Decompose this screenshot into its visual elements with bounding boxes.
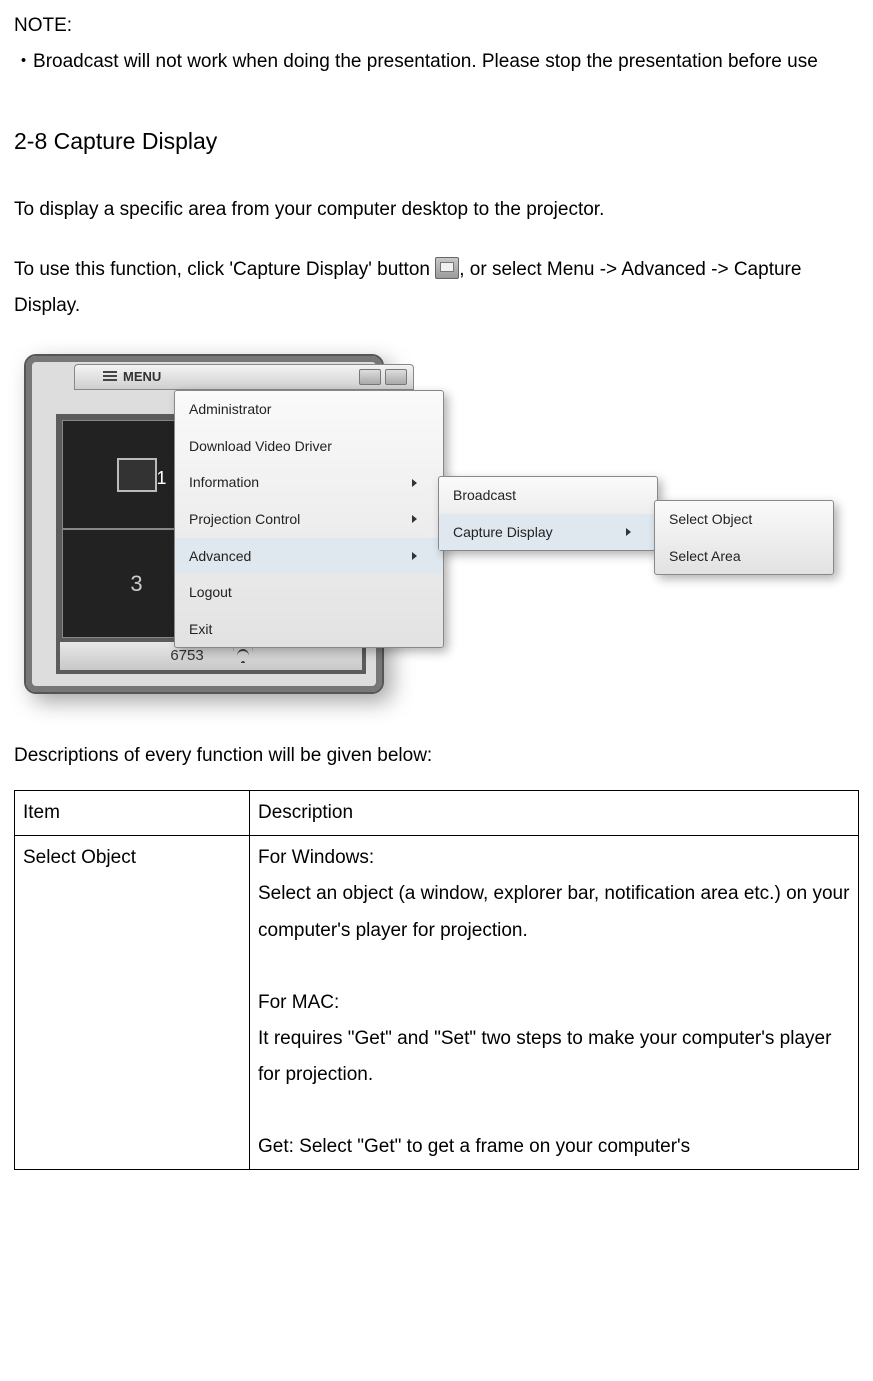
chevron-right-icon xyxy=(412,552,417,560)
capture-display-icon xyxy=(435,257,459,279)
menu-item-label: Select Area xyxy=(669,543,741,570)
table-cell-item: Select Object xyxy=(15,836,250,1170)
menu-item-label: Capture Display xyxy=(453,519,553,546)
section-heading: 2-8 Capture Display xyxy=(14,120,859,164)
menu-item-advanced[interactable]: Advanced xyxy=(175,538,443,575)
context-menu-level-2: Broadcast Capture Display xyxy=(438,476,658,551)
chevron-right-icon xyxy=(412,479,417,487)
menu-item-download-video-driver[interactable]: Download Video Driver xyxy=(175,428,443,465)
menu-screenshot-figure: 2 3 4 6753 MENU AdministratorDownload Vi… xyxy=(14,348,854,708)
howto-paragraph: To use this function, click 'Capture Dis… xyxy=(14,252,859,324)
table-cell-description: For Windows: Select an object (a window,… xyxy=(250,836,859,1170)
menu-item-label: Information xyxy=(189,469,259,496)
chevron-right-icon xyxy=(626,528,631,536)
table-header-row: Item Description xyxy=(15,791,859,836)
menu-item-select-area[interactable]: Select Area xyxy=(655,538,833,575)
desc-mac-text: It requires "Get" and "Set" two steps to… xyxy=(258,1028,831,1085)
menu-item-label: Broadcast xyxy=(453,482,516,509)
desc-windows-label: For Windows: xyxy=(258,847,374,868)
menu-item-label: Exit xyxy=(189,616,212,643)
table-head-description: Description xyxy=(250,791,859,836)
title-bar: MENU xyxy=(74,364,414,390)
menu-icon[interactable] xyxy=(103,371,117,383)
note-label: NOTE: xyxy=(14,15,72,36)
menu-item-label: Select Object xyxy=(669,506,752,533)
menu-item-label: Projection Control xyxy=(189,506,300,533)
note-block: NOTE: ・Broadcast will not work when doin… xyxy=(14,8,859,80)
desc-mac-label: For MAC: xyxy=(258,992,339,1013)
menu-item-broadcast[interactable]: Broadcast xyxy=(439,477,657,514)
menu-item-exit[interactable]: Exit xyxy=(175,611,443,648)
menu-item-capture-display[interactable]: Capture Display xyxy=(439,514,657,551)
context-menu-level-3: Select Object Select Area xyxy=(654,500,834,575)
table-row: Select Object For Windows: Select an obj… xyxy=(15,836,859,1170)
menu-item-label: Administrator xyxy=(189,396,271,423)
note-text: Broadcast will not work when doing the p… xyxy=(33,51,818,72)
table-head-item: Item xyxy=(15,791,250,836)
chevron-right-icon xyxy=(412,515,417,523)
menu-item-logout[interactable]: Logout xyxy=(175,574,443,611)
menu-item-label: Download Video Driver xyxy=(189,433,332,460)
menu-item-label: Advanced xyxy=(189,543,251,570)
context-menu-level-1: Administrator Download Video Driver Inform… xyxy=(174,390,444,648)
wifi-icon xyxy=(234,649,252,663)
title-bar-label: MENU xyxy=(123,365,161,390)
monitor-icon xyxy=(117,458,157,492)
note-bullet: ・ xyxy=(14,51,33,72)
menu-item-select-object[interactable]: Select Object xyxy=(655,501,833,538)
descriptions-intro: Descriptions of every function will be g… xyxy=(14,738,859,774)
menu-item-projection-control[interactable]: Projection Control xyxy=(175,501,443,538)
menu-item-information[interactable]: Information xyxy=(175,464,443,501)
minimize-button[interactable] xyxy=(359,369,381,385)
menu-item-label: Logout xyxy=(189,579,232,606)
howto-pre: To use this function, click 'Capture Dis… xyxy=(14,259,435,280)
intro-paragraph: To display a specific area from your com… xyxy=(14,192,859,228)
menu-item-administrator[interactable]: Administrator xyxy=(175,391,443,428)
close-button[interactable] xyxy=(385,369,407,385)
functions-table: Item Description Select Object For Windo… xyxy=(14,790,859,1170)
desc-windows-text: Select an object (a window, explorer bar… xyxy=(258,883,849,940)
desc-get-text: Get: Select "Get" to get a frame on your… xyxy=(258,1136,690,1157)
